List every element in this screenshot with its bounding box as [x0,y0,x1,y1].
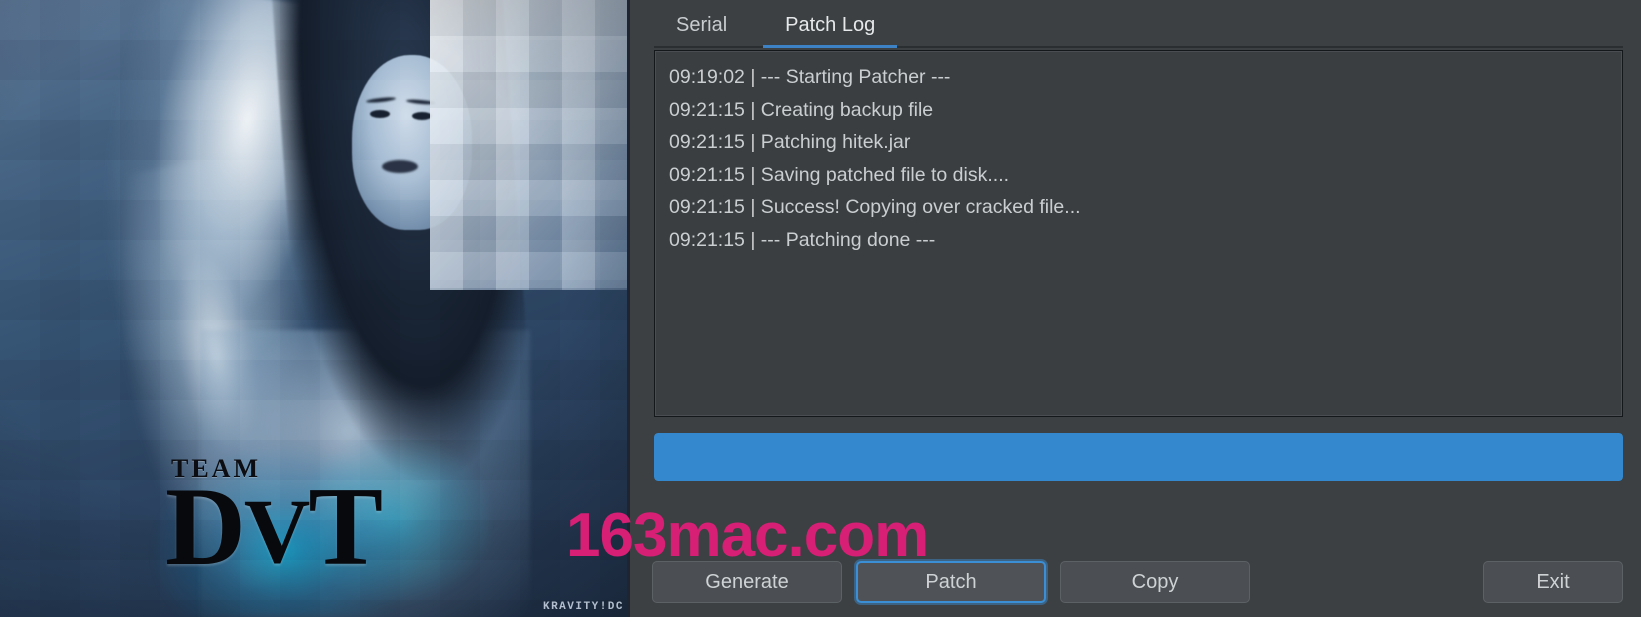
logo-letter-d: D [165,464,246,589]
tabbar: Serial Patch Log [644,0,1623,48]
patch-button[interactable]: Patch [856,561,1046,603]
artwork-panel: TEAM DVT KRAVITY!DC [0,0,630,617]
artwork-credit: KRAVITY!DC [542,601,624,613]
logo-letter-v: V [243,479,310,582]
copy-button[interactable]: Copy [1060,561,1250,603]
progress-bar-fill [654,433,1623,481]
artwork-right-edge [627,0,630,617]
action-button-row: Generate Patch Copy Exit [652,561,1623,603]
log-line: 09:21:15 | Patching hitek.jar [669,131,911,153]
log-line: 09:21:15 | --- Patching done --- [669,228,936,251]
logo-dvt-text: DVT [165,471,383,583]
tab-patch-log[interactable]: Patch Log [763,8,898,48]
main-content: Serial Patch Log 09:19:02 | --- Starting… [630,0,1641,617]
tab-serial[interactable]: Serial [654,8,749,48]
generate-button[interactable]: Generate [652,561,842,603]
log-line: 09:21:15 | Success! Copying over cracked… [669,196,1081,218]
log-line: 09:21:15 | Saving patched file to disk..… [669,163,1010,186]
progress-bar [654,433,1623,481]
log-line: 09:19:02 | --- Starting Patcher --- [669,66,951,88]
log-line: 09:21:15 | Creating backup file [669,98,934,121]
patcher-window: TEAM DVT KRAVITY!DC Serial Patch Log 09:… [0,0,1641,617]
exit-button[interactable]: Exit [1483,561,1623,603]
patch-log-textarea[interactable]: 09:19:02 | --- Starting Patcher --- 09:2… [654,50,1623,417]
logo-letter-t: T [308,464,383,589]
team-dvt-logo: TEAM DVT [165,455,383,583]
